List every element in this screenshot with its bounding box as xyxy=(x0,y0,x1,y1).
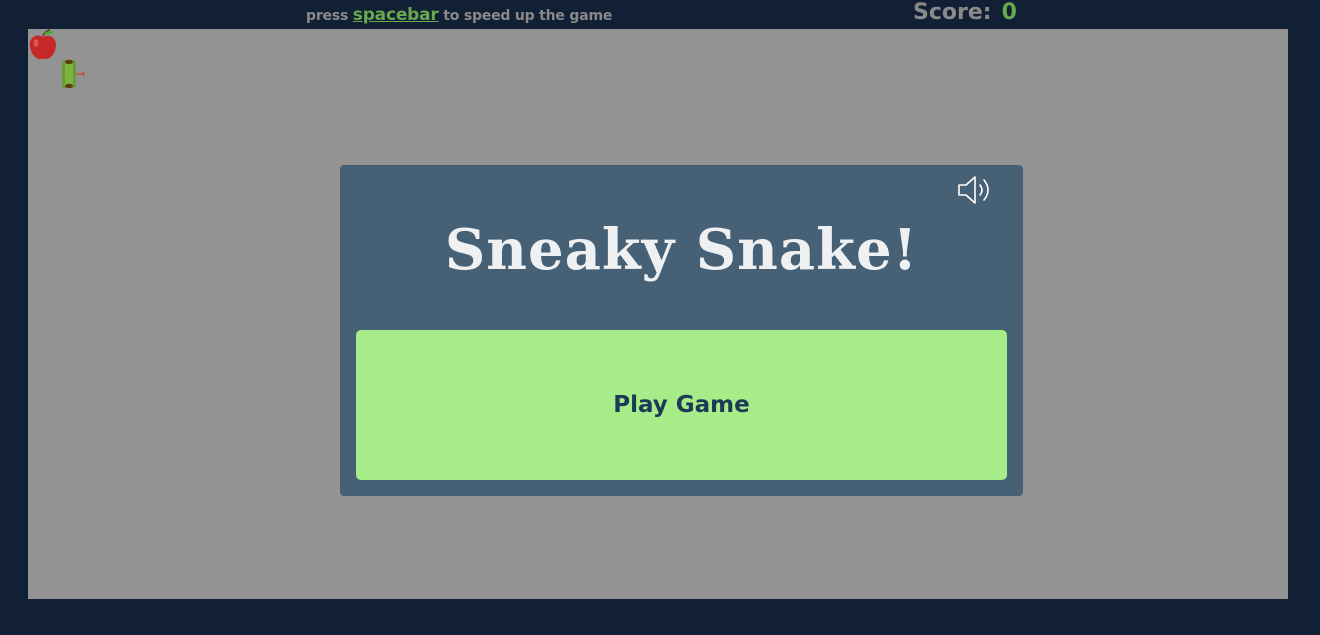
spacebar-link[interactable]: spacebar xyxy=(353,5,439,25)
hint-prefix: press xyxy=(306,8,349,24)
score-value: 0 xyxy=(1001,0,1017,25)
speed-hint: press spacebar to speed up the game xyxy=(306,5,612,25)
top-bar: press spacebar to speed up the game Scor… xyxy=(0,0,1320,29)
score-display: Score: 0 xyxy=(913,0,1017,25)
game-title: Sneaky Snake! xyxy=(444,217,919,283)
apple-icon xyxy=(29,29,56,60)
start-modal: Sneaky Snake! Play Game xyxy=(340,165,1023,496)
hint-suffix: to speed up the game xyxy=(443,8,613,24)
snake-head-icon xyxy=(62,59,86,89)
speaker-icon[interactable] xyxy=(957,174,995,206)
play-game-button[interactable]: Play Game xyxy=(356,330,1007,480)
score-label: Score: xyxy=(913,0,992,25)
